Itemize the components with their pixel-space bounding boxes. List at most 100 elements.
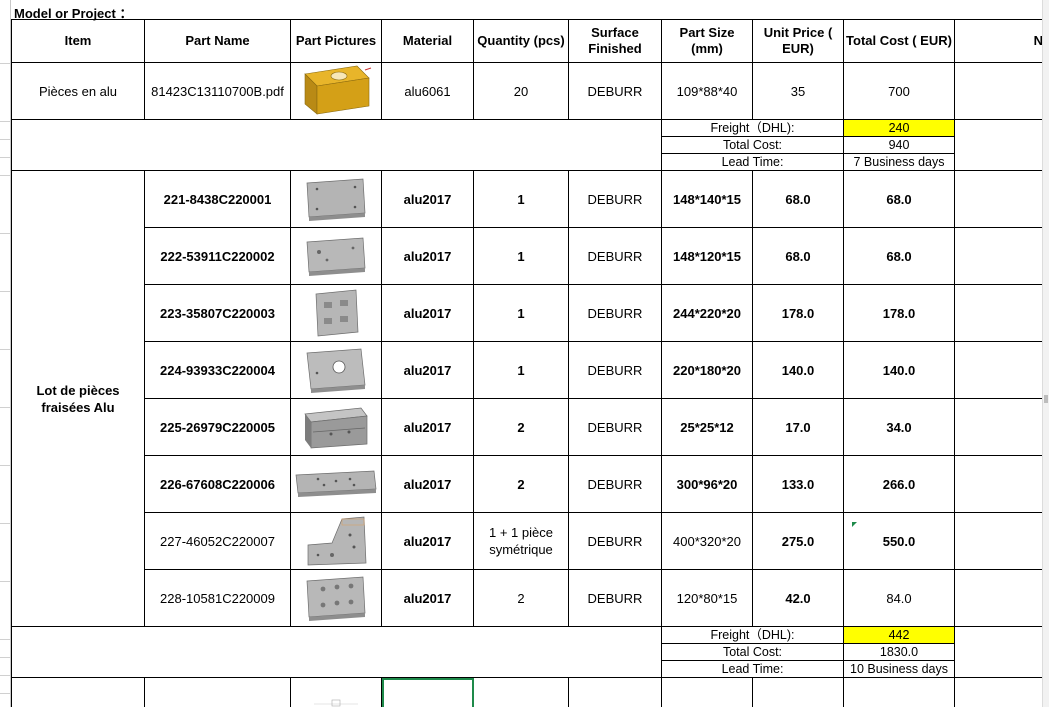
total-cell[interactable]: 178.0 <box>843 284 955 342</box>
material-cell[interactable]: alu2017 <box>381 284 474 342</box>
unit-price-cell[interactable]: 35 <box>752 62 844 120</box>
quantity-cell[interactable]: 1 <box>473 284 569 342</box>
freight-value[interactable]: 240 <box>843 119 955 137</box>
header-notes[interactable]: No <box>954 19 1043 63</box>
quantity-cell[interactable]: 1 <box>473 170 569 228</box>
material-cell[interactable]: alu2017 <box>381 398 474 456</box>
vertical-scrollbar[interactable] <box>1042 0 1049 707</box>
size-cell[interactable]: 148*120*15 <box>661 227 753 285</box>
material-cell[interactable]: alu2017 <box>381 569 474 627</box>
header-total-cost[interactable]: Total Cost ( EUR) <box>843 19 955 63</box>
part-picture-cell[interactable] <box>290 170 382 228</box>
selected-cell[interactable] <box>381 677 474 707</box>
size-cell[interactable]: 400*320*20 <box>661 512 753 570</box>
unit-price-cell[interactable]: 68.0 <box>752 170 844 228</box>
size-cell[interactable]: 220*180*20 <box>661 341 753 399</box>
material-cell[interactable]: alu2017 <box>381 512 474 570</box>
part-name-cell[interactable]: 225-26979C220005 <box>144 398 291 456</box>
part-picture-cell[interactable] <box>290 455 382 513</box>
part-name-cell[interactable]: 228-10581C220009 <box>144 569 291 627</box>
material-cell[interactable]: alu2017 <box>381 170 474 228</box>
part-name-cell[interactable]: 81423C13110700B.pdf <box>144 62 291 120</box>
part-picture-cell[interactable] <box>290 227 382 285</box>
part-picture-cell[interactable] <box>290 62 382 120</box>
surface-cell[interactable]: DEBURR <box>568 284 662 342</box>
quantity-cell[interactable]: 2 <box>473 455 569 513</box>
unit-price-cell[interactable]: 133.0 <box>752 455 844 513</box>
header-part-size[interactable]: Part Size (mm) <box>661 19 753 63</box>
part-name-cell[interactable] <box>144 677 291 707</box>
summary-blank-area[interactable] <box>11 119 662 171</box>
total-cell[interactable]: 266.0 <box>843 455 955 513</box>
notes-cell[interactable] <box>954 569 1043 627</box>
notes-cell[interactable] <box>954 227 1043 285</box>
size-cell[interactable]: 109*88*40 <box>661 62 753 120</box>
part-picture-cell[interactable] <box>290 677 382 707</box>
notes-cell[interactable] <box>954 341 1043 399</box>
notes-cell[interactable] <box>954 512 1043 570</box>
total-cell[interactable]: 68.0 <box>843 227 955 285</box>
quantity-cell[interactable]: 2 <box>473 398 569 456</box>
notes-cell[interactable] <box>954 398 1043 456</box>
summary-label[interactable]: Total Cost: <box>661 643 844 661</box>
notes-cell[interactable] <box>954 677 1043 707</box>
surface-cell[interactable]: DEBURR <box>568 398 662 456</box>
part-picture-cell[interactable] <box>290 569 382 627</box>
summary-label[interactable]: Lead Time: <box>661 660 844 678</box>
size-cell[interactable]: 300*96*20 <box>661 455 753 513</box>
part-picture-cell[interactable] <box>290 284 382 342</box>
surface-cell[interactable]: DEBURR <box>568 455 662 513</box>
part-picture-cell[interactable] <box>290 398 382 456</box>
unit-price-cell[interactable]: 140.0 <box>752 341 844 399</box>
quantity-cell[interactable]: 1 <box>473 341 569 399</box>
size-cell[interactable] <box>661 677 753 707</box>
total-cell[interactable]: 34.0 <box>843 398 955 456</box>
summary-label[interactable]: Lead Time: <box>661 153 844 171</box>
item-cell[interactable]: Pièces en alu <box>11 62 145 120</box>
freight-value[interactable]: 442 <box>843 626 955 644</box>
summary-label[interactable]: Total Cost: <box>661 136 844 154</box>
size-cell[interactable]: 120*80*15 <box>661 569 753 627</box>
lead-time-value[interactable]: 7 Business days <box>843 153 955 171</box>
total-cost-value[interactable]: 1830.0 <box>843 643 955 661</box>
material-cell[interactable]: alu6061 <box>381 62 474 120</box>
material-cell[interactable]: alu2017 <box>381 227 474 285</box>
surface-cell[interactable]: DEBURR <box>568 512 662 570</box>
total-cell[interactable]: 550.0 <box>843 512 955 570</box>
notes-cell[interactable] <box>954 626 1043 678</box>
surface-cell[interactable] <box>568 677 662 707</box>
part-picture-cell[interactable] <box>290 512 382 570</box>
total-cell[interactable]: 68.0 <box>843 170 955 228</box>
notes-cell[interactable] <box>954 170 1043 228</box>
total-cell[interactable] <box>843 677 955 707</box>
part-name-cell[interactable]: 221-8438C220001 <box>144 170 291 228</box>
header-part-name[interactable]: Part Name <box>144 19 291 63</box>
notes-cell[interactable] <box>954 119 1043 171</box>
summary-blank-area[interactable] <box>11 626 662 678</box>
part-picture-cell[interactable] <box>290 341 382 399</box>
surface-cell[interactable]: DEBURR <box>568 170 662 228</box>
surface-cell[interactable]: DEBURR <box>568 341 662 399</box>
material-cell[interactable]: alu2017 <box>381 341 474 399</box>
unit-price-cell[interactable]: 178.0 <box>752 284 844 342</box>
material-cell[interactable]: alu2017 <box>381 455 474 513</box>
unit-price-cell[interactable]: 42.0 <box>752 569 844 627</box>
quantity-cell[interactable]: 1 + 1 pièce symétrique <box>473 512 569 570</box>
summary-label[interactable]: Freight（DHL): <box>661 119 844 137</box>
header-material[interactable]: Material <box>381 19 474 63</box>
quantity-cell[interactable]: 20 <box>473 62 569 120</box>
header-surface[interactable]: Surface Finished <box>568 19 662 63</box>
surface-cell[interactable]: DEBURR <box>568 569 662 627</box>
surface-cell[interactable]: DEBURR <box>568 62 662 120</box>
notes-cell[interactable] <box>954 284 1043 342</box>
header-part-pictures[interactable]: Part Pictures <box>290 19 382 63</box>
header-quantity[interactable]: Quantity (pcs) <box>473 19 569 63</box>
part-name-cell[interactable]: 224-93933C220004 <box>144 341 291 399</box>
header-item[interactable]: Item <box>11 19 145 63</box>
total-cost-value[interactable]: 940 <box>843 136 955 154</box>
item-cell[interactable] <box>11 677 145 707</box>
header-unit-price[interactable]: Unit Price ( EUR) <box>752 19 844 63</box>
unit-price-cell[interactable]: 275.0 <box>752 512 844 570</box>
part-name-cell[interactable]: 226-67608C220006 <box>144 455 291 513</box>
total-cell[interactable]: 700 <box>843 62 955 120</box>
